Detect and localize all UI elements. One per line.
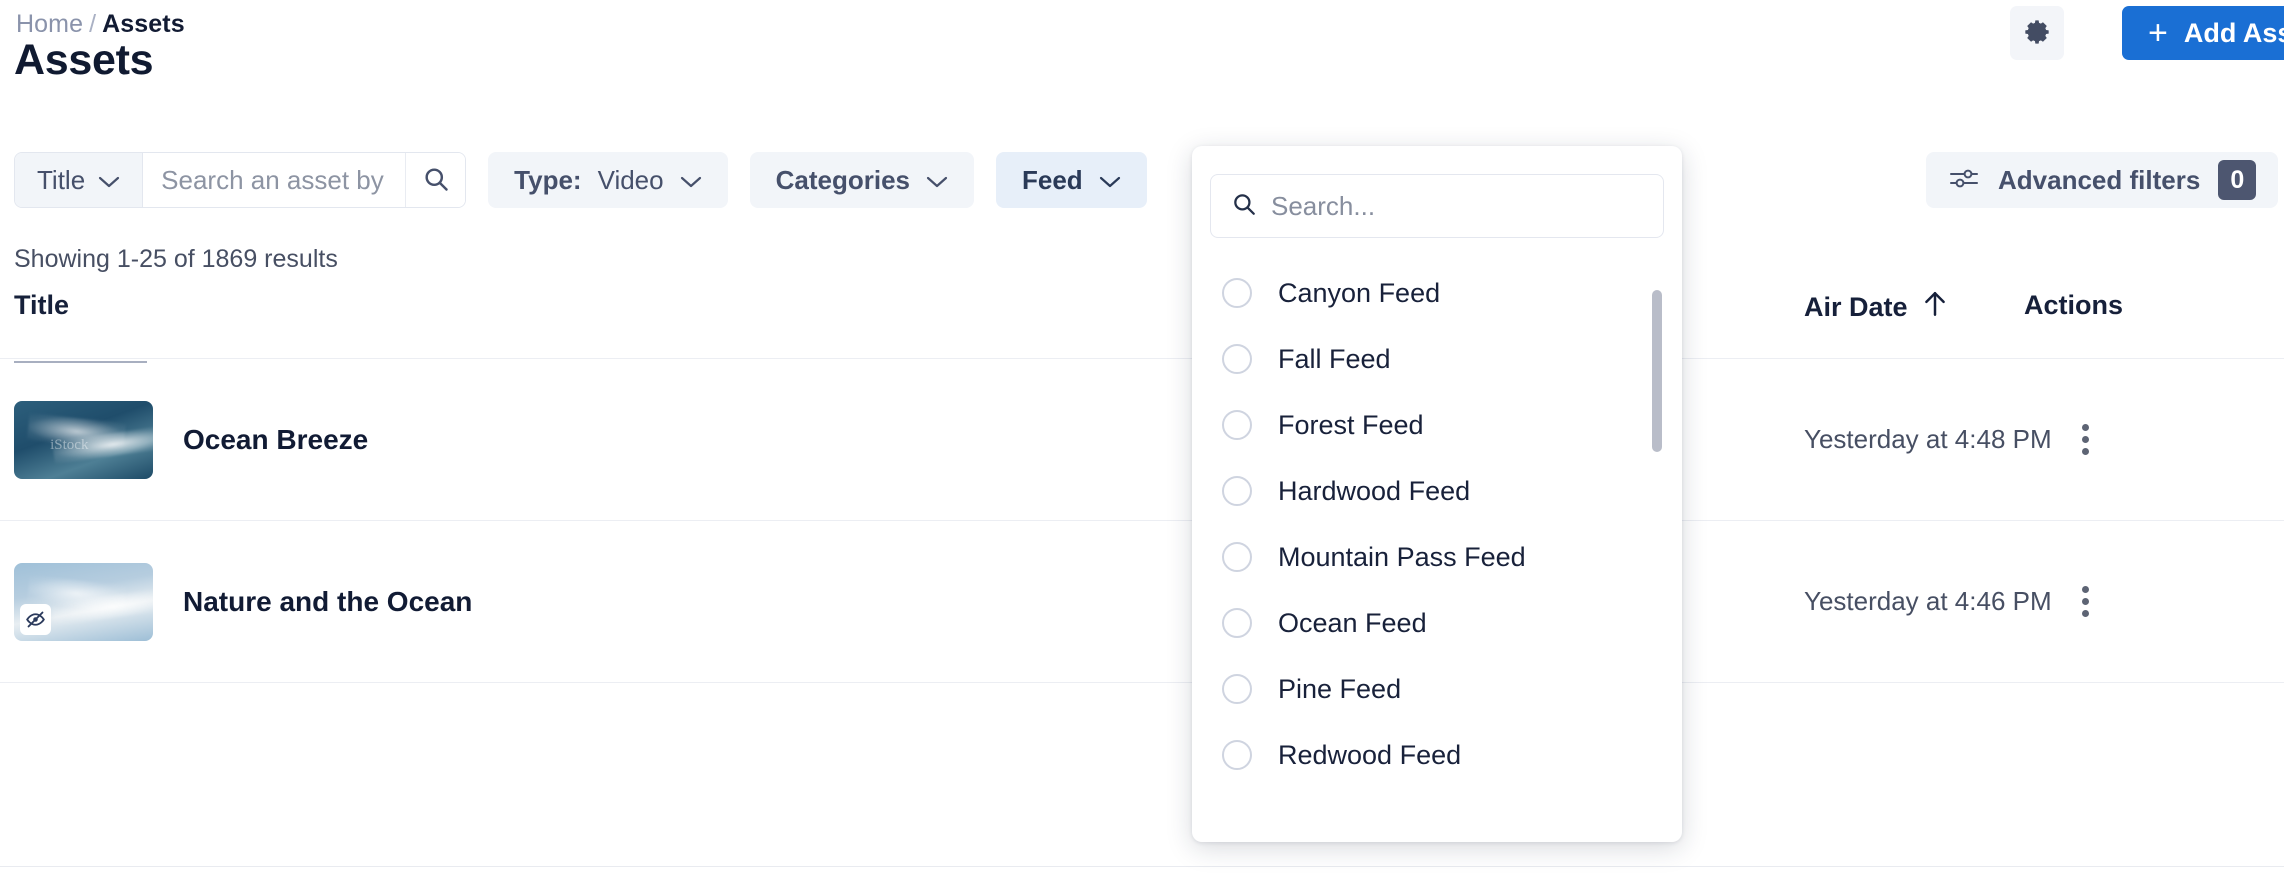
arrow-up-icon — [1922, 290, 1948, 325]
feed-option-fall[interactable]: Fall Feed — [1192, 326, 1682, 392]
title-column-underline — [14, 361, 147, 363]
feed-option-canyon[interactable]: Canyon Feed — [1192, 260, 1682, 326]
settings-button[interactable] — [2010, 6, 2064, 60]
kebab-menu-icon[interactable] — [2076, 413, 2095, 466]
cell-actions — [2024, 575, 2174, 628]
feed-option-label: Hardwood Feed — [1278, 475, 1471, 506]
breadcrumb: Home / Assets — [16, 10, 185, 39]
chevron-down-icon — [1099, 165, 1121, 196]
chip-feed-label: Feed — [1022, 164, 1083, 195]
chevron-down-icon — [926, 165, 948, 196]
search-submit-button[interactable] — [405, 153, 466, 207]
cell-air-date: Yesterday at 4:48 PM — [1804, 424, 2052, 454]
add-asset-label: Add Asset — [2183, 17, 2284, 48]
cell-air-date: Yesterday at 4:46 PM — [1804, 586, 2052, 616]
feed-filter-dropdown: Canyon Feed Fall Feed Forest Feed Hardwo… — [1192, 146, 1682, 842]
radio-icon[interactable] — [1222, 410, 1252, 440]
asset-thumbnail[interactable]: iStock — [14, 400, 153, 479]
filter-chip-type[interactable]: Type: Video — [488, 152, 728, 208]
filter-chip-categories[interactable]: Categories — [749, 152, 974, 208]
cell-actions — [2024, 413, 2174, 466]
asset-thumbnail[interactable] — [14, 562, 153, 641]
column-header-title-label: Title — [14, 290, 70, 320]
breadcrumb-separator: / — [89, 10, 97, 38]
feed-option-hardwood[interactable]: Hardwood Feed — [1192, 458, 1682, 524]
advanced-filters-count-badge: 0 — [2218, 160, 2257, 200]
dropdown-scrollbar-track[interactable] — [1652, 264, 1672, 824]
radio-icon[interactable] — [1222, 674, 1252, 704]
column-header-actions-label: Actions — [2024, 290, 2124, 320]
search-icon — [1231, 191, 1257, 222]
asset-title[interactable]: Ocean Breeze — [183, 424, 368, 456]
thumbnail-watermark: iStock — [50, 437, 89, 454]
feed-option-redwood[interactable]: Redwood Feed — [1192, 722, 1682, 788]
radio-icon[interactable] — [1222, 344, 1252, 374]
dropdown-scrollbar-thumb[interactable] — [1652, 290, 1662, 452]
feed-option-label: Canyon Feed — [1278, 277, 1441, 308]
search-input[interactable] — [143, 153, 406, 207]
table-row[interactable]: iStock Ocean Breeze Yesterday at 4:48 PM — [0, 358, 2284, 520]
feed-search-box[interactable] — [1210, 174, 1664, 238]
page-title: Assets — [14, 36, 154, 84]
sliders-icon — [1948, 166, 1980, 195]
gear-icon — [2023, 18, 2051, 49]
breadcrumb-home-link[interactable]: Home — [16, 10, 83, 38]
asset-title[interactable]: Nature and the Ocean — [183, 586, 472, 618]
search-field-select[interactable]: Title — [15, 153, 144, 207]
chip-type-prefix: Type: — [514, 164, 582, 195]
feed-options-list[interactable]: Canyon Feed Fall Feed Forest Feed Hardwo… — [1192, 260, 1682, 830]
footer-divider — [0, 866, 2284, 867]
feed-option-pine[interactable]: Pine Feed — [1192, 656, 1682, 722]
feed-option-label: Ocean Feed — [1278, 607, 1427, 638]
table-bottom-spacer — [0, 682, 2284, 802]
feed-option-label: Forest Feed — [1278, 409, 1424, 440]
results-count: Showing 1-25 of 1869 results — [14, 245, 338, 273]
radio-icon[interactable] — [1222, 542, 1252, 572]
search-icon — [422, 165, 450, 196]
column-header-actions: Actions — [2024, 290, 2174, 321]
chip-type-value: Video — [597, 164, 664, 195]
search-field-label: Title — [37, 164, 86, 195]
plus-icon: + — [2148, 14, 2168, 52]
breadcrumb-current: Assets — [102, 10, 185, 38]
feed-option-mountain-pass[interactable]: Mountain Pass Feed — [1192, 524, 1682, 590]
assets-table: Title Air Date Actions iStock Ocean Bree… — [0, 290, 2284, 802]
radio-icon[interactable] — [1222, 608, 1252, 638]
feed-option-label: Pine Feed — [1278, 673, 1402, 704]
feed-option-forest[interactable]: Forest Feed — [1192, 392, 1682, 458]
add-asset-button[interactable]: + Add Asset — [2122, 6, 2284, 60]
feed-option-label: Mountain Pass Feed — [1278, 541, 1526, 572]
assets-page: Home/Assets Assets + Add Asset Title — [0, 0, 2284, 886]
column-header-air-date[interactable]: Air Date — [1804, 290, 2024, 325]
eye-off-icon — [20, 603, 51, 635]
table-header-row: Title Air Date Actions — [0, 290, 2284, 363]
table-row[interactable]: Nature and the Ocean Yesterday at 4:46 P… — [0, 520, 2284, 682]
radio-icon[interactable] — [1222, 476, 1252, 506]
radio-icon[interactable] — [1222, 278, 1252, 308]
filter-toolbar: Title Type: Video Categories — [14, 152, 1147, 208]
filter-chip-feed[interactable]: Feed — [996, 152, 1147, 208]
chip-categories-label: Categories — [775, 164, 910, 195]
chevron-down-icon — [98, 165, 120, 196]
advanced-filters-button[interactable]: Advanced filters 0 — [1926, 152, 2279, 208]
feed-search-input[interactable] — [1271, 190, 1643, 222]
feed-option-ocean[interactable]: Ocean Feed — [1192, 590, 1682, 656]
column-header-air-date-label: Air Date — [1804, 292, 1908, 322]
kebab-menu-icon[interactable] — [2076, 575, 2095, 628]
radio-icon[interactable] — [1222, 740, 1252, 770]
chevron-down-icon — [680, 165, 702, 196]
feed-option-label: Fall Feed — [1278, 343, 1391, 374]
title-search-group: Title — [14, 152, 467, 208]
advanced-filters-label: Advanced filters — [1998, 164, 2201, 195]
feed-option-label: Redwood Feed — [1278, 739, 1462, 770]
